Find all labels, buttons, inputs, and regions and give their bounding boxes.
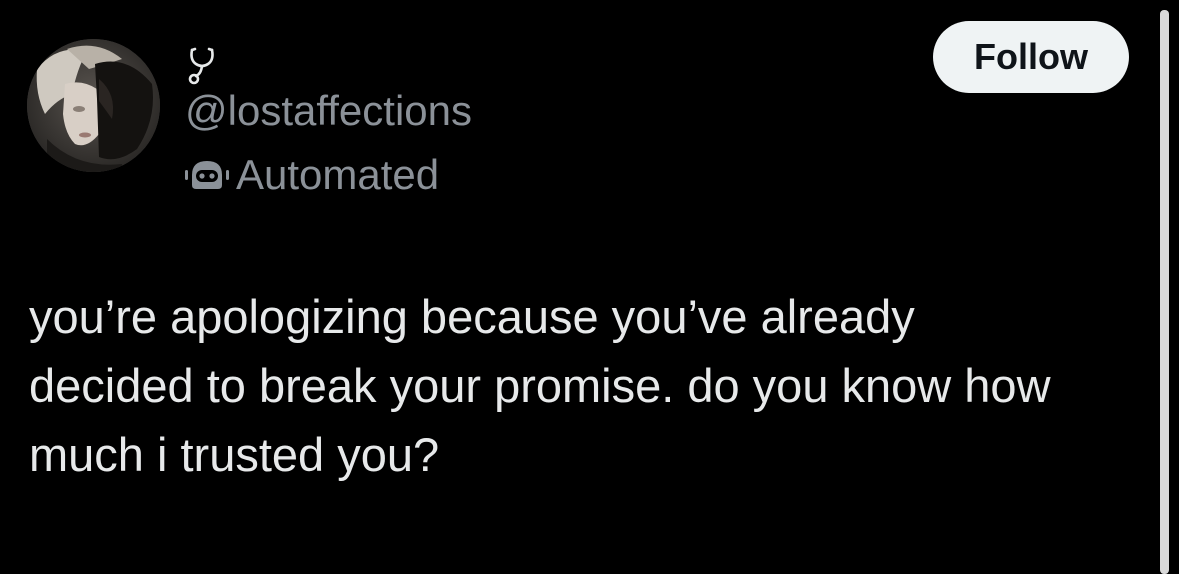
- automated-label: Automated: [236, 151, 440, 198]
- stethoscope-icon: [184, 44, 228, 88]
- avatar[interactable]: [27, 39, 160, 172]
- post-text: you’re apologizing because you’ve alread…: [29, 282, 1149, 489]
- follow-button[interactable]: Follow: [933, 21, 1129, 93]
- post-text-line: you’re apologizing because you’ve alread…: [29, 290, 915, 343]
- robot-icon: [184, 155, 230, 195]
- avatar-image: [27, 39, 160, 172]
- scrollbar[interactable]: [1160, 10, 1169, 574]
- post-text-line: much i trusted you?: [29, 428, 440, 481]
- author-handle[interactable]: @lostaffections: [185, 86, 472, 136]
- post: @lostaffections Automated Follow you’re …: [0, 0, 1179, 574]
- post-text-line: decided to break your promise. do you kn…: [29, 359, 1051, 412]
- automated-badge: Automated: [184, 150, 439, 200]
